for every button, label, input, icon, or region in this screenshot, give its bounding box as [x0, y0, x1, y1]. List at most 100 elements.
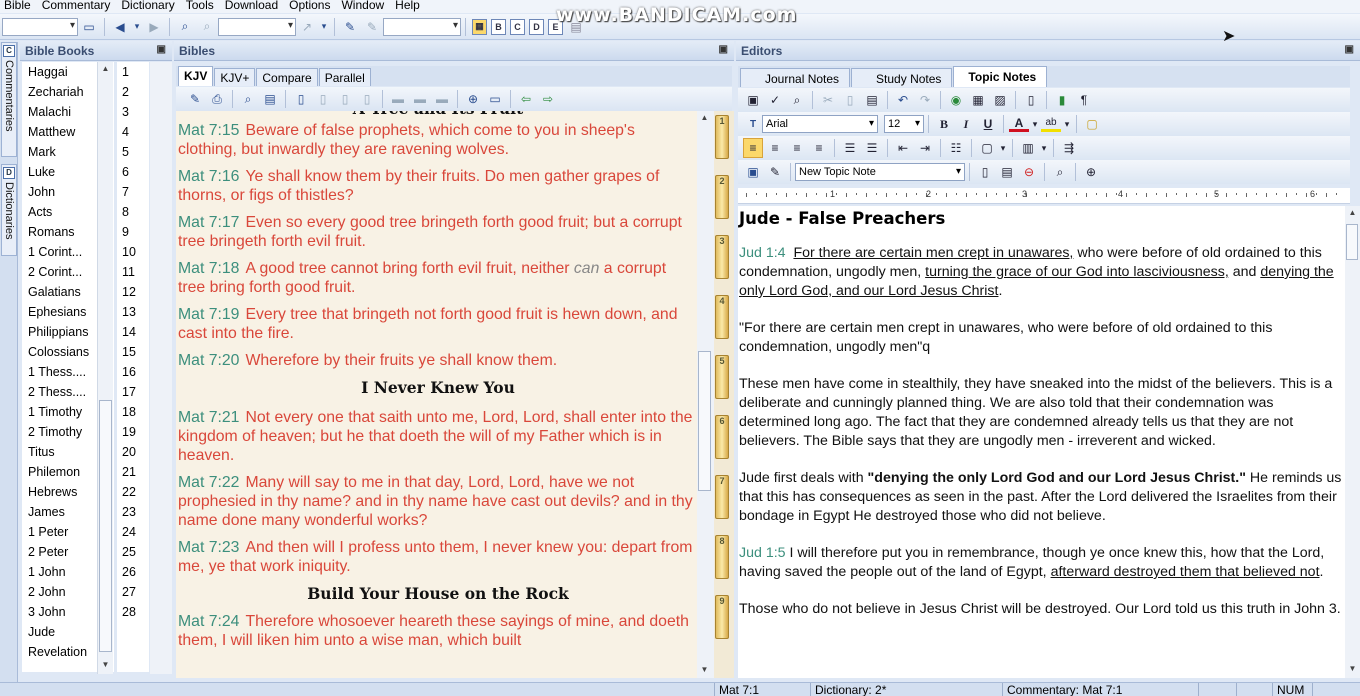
chapter-marker[interactable]: 1	[715, 115, 729, 159]
scroll-down-icon[interactable]: ▼	[697, 663, 712, 677]
chapter-marker[interactable]: 7	[715, 475, 729, 519]
sync-forward-icon[interactable]: ⇨	[539, 90, 557, 108]
verse-ref[interactable]: Mat 7:17	[178, 214, 239, 231]
copy-verse-icon[interactable]: ▯	[314, 90, 332, 108]
pin-icon[interactable]: ▣	[157, 44, 166, 55]
chapter-item[interactable]: 3	[117, 102, 149, 122]
god-icon[interactable]: ▬	[433, 90, 451, 108]
scroll-thumb[interactable]	[1346, 224, 1358, 260]
verse-ref[interactable]: Mat 7:23	[178, 539, 239, 556]
spellcheck-icon[interactable]: ✓	[765, 90, 785, 110]
chapter-marker[interactable]: 4	[715, 295, 729, 339]
page-icon[interactable]: ▯	[1021, 90, 1041, 110]
verse[interactable]: Mat 7:22 Many will say to me in that day,…	[178, 473, 698, 530]
justify-icon[interactable]: ≡	[809, 138, 829, 158]
verse-ref[interactable]: Mat 7:18	[178, 260, 239, 277]
italic-button[interactable]: I	[956, 114, 976, 134]
verse-ref[interactable]: Mat 7:21	[178, 409, 239, 426]
search-icon[interactable]: ⌕	[239, 90, 257, 108]
verse-ref[interactable]: Mat 7:24	[178, 613, 239, 630]
menu-help[interactable]: Help	[391, 0, 427, 12]
bible-scrollbar[interactable]: ▲ ▼	[697, 111, 714, 678]
dropdown-icon[interactable]: ▾	[1040, 138, 1048, 158]
verse-ref[interactable]: Mat 7:22	[178, 474, 239, 491]
chapter-item[interactable]: 4	[117, 122, 149, 142]
pin-icon[interactable]: ▣	[1345, 44, 1354, 55]
tab-journal-notes[interactable]: Journal Notes	[740, 68, 851, 87]
highlight-icon[interactable]: ▬	[389, 90, 407, 108]
indent-icon[interactable]: ⇥	[915, 138, 935, 158]
edit-note-icon[interactable]: ✎	[765, 162, 785, 182]
forward-icon[interactable]: ▶	[145, 18, 163, 36]
commentary-view-icon[interactable]: C	[510, 18, 525, 35]
chapter-marker[interactable]: 8	[715, 535, 729, 579]
paragraph-icon[interactable]: ¶	[1074, 90, 1094, 110]
cut-icon[interactable]: ✂	[818, 90, 838, 110]
verse[interactable]: Mat 7:24 Therefore whosoever heareth thes…	[178, 612, 698, 650]
dropdown-icon[interactable]: ▾	[320, 18, 328, 36]
menu-download[interactable]: Download	[221, 0, 285, 12]
numbered-list-icon[interactable]: ☰	[840, 138, 860, 158]
lookup-icon[interactable]: ✎	[341, 18, 359, 36]
align-center-icon[interactable]: ≡	[765, 138, 785, 158]
dictionary-go-icon[interactable]: ↗	[298, 18, 316, 36]
verse-ref[interactable]: Mat 7:20	[178, 352, 239, 369]
comment-icon[interactable]: ▢	[1082, 114, 1102, 134]
search-next-icon[interactable]: ⌕	[198, 18, 216, 36]
chapter-marker[interactable]: 3	[715, 235, 729, 279]
book-icon[interactable]: ▭	[80, 18, 98, 36]
chapter-item[interactable]: 16	[117, 362, 149, 382]
find-in-text-icon[interactable]: ▤	[261, 90, 279, 108]
dropdown-icon[interactable]: ▾	[1031, 114, 1039, 134]
chapter-item[interactable]: 2	[117, 82, 149, 102]
verse-ref[interactable]: Jud 1:4	[739, 245, 786, 261]
bullet-list-icon[interactable]: ☰	[862, 138, 882, 158]
highlight-color-icon[interactable]: ab	[1041, 116, 1061, 132]
chapter-marker[interactable]: 6	[715, 415, 729, 459]
lookup-next-icon[interactable]: ✎	[363, 18, 381, 36]
chapter-item[interactable]: 20	[117, 442, 149, 462]
search-icon[interactable]: ⌕	[1050, 162, 1070, 182]
menu-commentary[interactable]: Commentary	[38, 0, 118, 12]
chapter-item[interactable]: 26	[117, 562, 149, 582]
format-icon[interactable]: ⇶	[1059, 138, 1079, 158]
dropdown-icon[interactable]: ▾	[1063, 114, 1071, 134]
chapter-item[interactable]: 5	[117, 142, 149, 162]
tab-topic-notes[interactable]: Topic Notes	[953, 66, 1048, 87]
link-icon[interactable]: ◉	[946, 90, 966, 110]
zoom-icon[interactable]: ⊕	[464, 90, 482, 108]
font-family-select[interactable]: Arial	[762, 115, 878, 133]
scroll-up-icon[interactable]: ▲	[1345, 206, 1360, 220]
verse-ref[interactable]: Jud 1:5	[739, 545, 786, 561]
copy-all-icon[interactable]: ▯	[358, 90, 376, 108]
verse[interactable]: Mat 7:23 And then will I profess unto the…	[178, 538, 698, 576]
table-icon[interactable]: ▦	[968, 90, 988, 110]
chapter-item[interactable]: 18	[117, 402, 149, 422]
underline-button[interactable]: U	[978, 114, 998, 134]
tab-compare[interactable]: Compare	[256, 68, 318, 86]
menu-window[interactable]: Window	[337, 0, 391, 12]
chapter-list-scrollbar[interactable]	[150, 62, 172, 674]
chapter-marker[interactable]: 2	[715, 175, 729, 219]
chapter-item[interactable]: 13	[117, 302, 149, 322]
font-size-select[interactable]: 12	[884, 115, 924, 133]
tab-study-notes[interactable]: Study Notes	[851, 68, 953, 87]
chapter-item[interactable]: 9	[117, 222, 149, 242]
undo-icon[interactable]: ↶	[893, 90, 913, 110]
verse[interactable]: Mat 7:16 Ye shall know them by their frui…	[178, 167, 698, 205]
editor-scrollbar[interactable]: ▲ ▼	[1345, 206, 1360, 678]
tab-kjv-plus[interactable]: KJV+	[214, 68, 256, 86]
scroll-down-icon[interactable]: ▼	[1345, 662, 1360, 676]
layout-icon[interactable]: ▦	[472, 18, 487, 35]
line-spacing-icon[interactable]: ☷	[946, 138, 966, 158]
save-doc-icon[interactable]: ▣	[743, 90, 763, 110]
verse[interactable]: Mat 7:21 Not every one that saith unto me…	[178, 408, 698, 465]
chapter-item[interactable]: 15	[117, 342, 149, 362]
find-icon[interactable]: ⌕	[787, 90, 807, 110]
chapter-item[interactable]: 8	[117, 202, 149, 222]
scroll-thumb[interactable]	[698, 351, 711, 491]
dropdown-icon[interactable]: ▾	[999, 138, 1007, 158]
book-icon[interactable]: ▮	[1052, 90, 1072, 110]
topic-note-select[interactable]: New Topic Note	[795, 163, 965, 181]
chapter-item[interactable]: 21	[117, 462, 149, 482]
